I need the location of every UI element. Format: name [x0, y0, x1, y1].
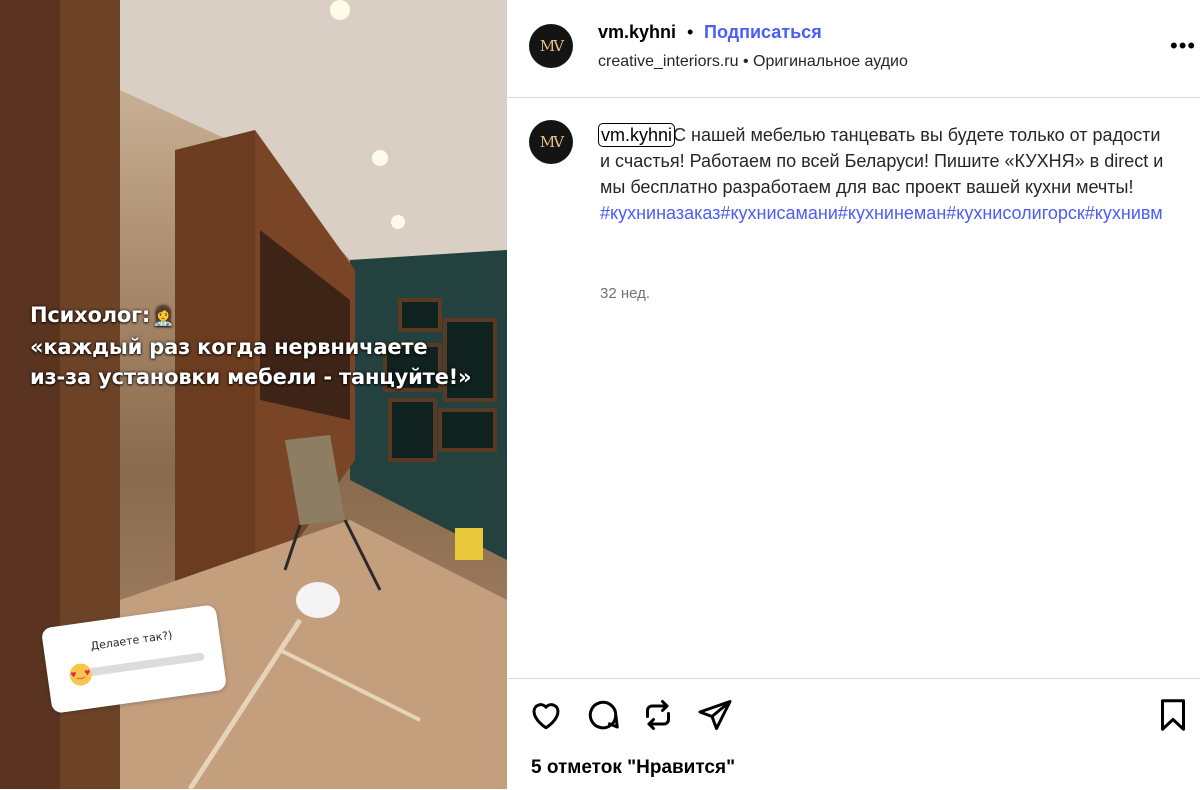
video-caption-overlay: Психолог: 👩‍⚕️ «каждый раз когда нервнича…: [30, 300, 500, 392]
more-options-icon[interactable]: •••: [1170, 35, 1196, 57]
caption-body: С нашей мебелью танцевать вы будете толь…: [600, 125, 1164, 197]
share-paper-plane-icon[interactable]: [697, 697, 733, 733]
author-avatar[interactable]: MV: [529, 24, 573, 68]
overlay-line-2: «каждый раз когда нервничаете: [30, 335, 428, 359]
heart-eyes-emoji-icon[interactable]: ♥‿♥: [68, 662, 94, 688]
post-header: MV vm.kyhni • Подписаться creative_inter…: [507, 0, 1200, 98]
caption-username-link[interactable]: vm.kyhni: [597, 123, 676, 147]
likes-count[interactable]: 5 отметок "Нравится": [531, 757, 735, 779]
separator-dot: •: [687, 22, 694, 42]
caption-hashtags-link[interactable]: #кухниназаказ#кухнисамани#кухнинеман#кух…: [600, 203, 1163, 223]
repost-icon[interactable]: [640, 697, 676, 733]
overlay-line-1: Психолог:: [30, 303, 151, 327]
overlay-line-3: из-за установки мебели - танцуйте!»: [30, 365, 472, 389]
caption-text-block: vm.kyhniС нашей мебелью танцевать вы буд…: [597, 122, 1170, 226]
author-username-link[interactable]: vm.kyhni: [598, 22, 676, 43]
post-details-panel: MV vm.kyhni • Подписаться creative_inter…: [507, 0, 1200, 789]
like-heart-icon[interactable]: [528, 697, 564, 733]
follow-button[interactable]: Подписаться: [704, 22, 822, 43]
post-actions-bar: 5 отметок "Нравится": [507, 678, 1200, 790]
reel-video[interactable]: Психолог: 👩‍⚕️ «каждый раз когда нервнича…: [0, 0, 507, 789]
slider-track[interactable]: [76, 652, 205, 678]
post-timestamp[interactable]: 32 нед.: [600, 285, 650, 302]
audio-subline[interactable]: creative_interiors.ru • Оригинальное ауд…: [598, 53, 908, 71]
woman-emoji-icon: 👩‍⚕️: [152, 306, 175, 327]
save-bookmark-icon[interactable]: [1155, 697, 1191, 733]
caption-author-avatar[interactable]: MV: [529, 120, 573, 164]
comment-bubble-icon[interactable]: [585, 697, 621, 733]
